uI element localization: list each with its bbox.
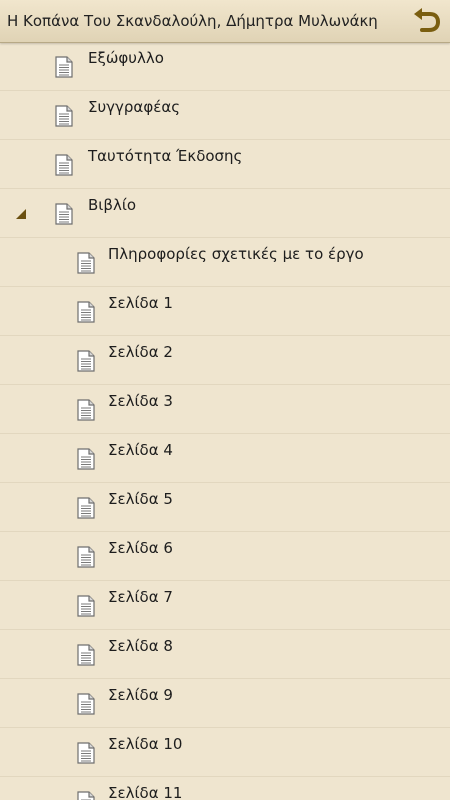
document-icon — [77, 595, 95, 617]
toc-item-label: Σελίδα 4 — [108, 441, 173, 459]
toc-item[interactable]: Σελίδα 7 — [0, 581, 450, 630]
toc-item[interactable]: Σελίδα 8 — [0, 630, 450, 679]
document-icon — [77, 693, 95, 715]
toc-item-label: Σελίδα 6 — [108, 539, 173, 557]
toc-item-label: Σελίδα 7 — [108, 588, 173, 606]
toc-item-label: Πληροφορίες σχετικές με το έργο — [108, 245, 364, 263]
document-icon — [55, 154, 73, 176]
toc-item-label: Σελίδα 2 — [108, 343, 173, 361]
toc-item[interactable]: Σελίδα 6 — [0, 532, 450, 581]
document-icon — [77, 791, 95, 800]
document-icon — [55, 203, 73, 225]
toc-item-label: Σελίδα 11 — [108, 784, 183, 800]
toc-item[interactable]: Εξώφυλλο — [0, 42, 450, 91]
toc-item[interactable]: Σελίδα 11 — [0, 777, 450, 800]
toc-item[interactable]: Συγγραφέας — [0, 91, 450, 140]
title-bar: Η Κοπάνα Του Σκανδαλούλη, Δήμητρα Μυλωνά… — [0, 0, 450, 43]
toc-item-label: Σελίδα 5 — [108, 490, 173, 508]
toc-item[interactable]: Ταυτότητα Έκδοσης — [0, 140, 450, 189]
toc-item-label: Σελίδα 1 — [108, 294, 173, 312]
toc-item[interactable]: Σελίδα 9 — [0, 679, 450, 728]
toc-item-label: Σελίδα 3 — [108, 392, 173, 410]
toc-screen: Η Κοπάνα Του Σκανδαλούλη, Δήμητρα Μυλωνά… — [0, 0, 450, 800]
table-of-contents: Εξώφυλλο Συγγραφέας Ταυτότητα Έκδοσης Βιβλί… — [0, 42, 450, 800]
expanded-triangle-icon[interactable] — [16, 209, 26, 219]
document-icon — [55, 105, 73, 127]
document-icon — [55, 56, 73, 78]
toc-item[interactable]: Σελίδα 10 — [0, 728, 450, 777]
document-icon — [77, 399, 95, 421]
document-icon — [77, 497, 95, 519]
toc-item[interactable]: Σελίδα 1 — [0, 287, 450, 336]
toc-item[interactable]: Πληροφορίες σχετικές με το έργο — [0, 238, 450, 287]
back-button[interactable] — [410, 6, 442, 36]
document-icon — [77, 546, 95, 568]
back-arrow-icon — [414, 8, 441, 32]
toc-item-label: Ταυτότητα Έκδοσης — [88, 147, 243, 165]
toc-item[interactable]: Σελίδα 5 — [0, 483, 450, 532]
toc-item-label: Βιβλίο — [88, 196, 137, 214]
toc-item-label: Σελίδα 10 — [108, 735, 183, 753]
toc-item-label: Εξώφυλλο — [88, 49, 164, 67]
toc-item[interactable]: Σελίδα 3 — [0, 385, 450, 434]
document-icon — [77, 252, 95, 274]
book-title: Η Κοπάνα Του Σκανδαλούλη, Δήμητρα Μυλωνά… — [7, 12, 378, 30]
document-icon — [77, 448, 95, 470]
document-icon — [77, 350, 95, 372]
toc-item-label: Συγγραφέας — [88, 98, 181, 116]
toc-item[interactable]: Σελίδα 4 — [0, 434, 450, 483]
toc-item[interactable]: Βιβλίο — [0, 189, 450, 238]
toc-item-label: Σελίδα 8 — [108, 637, 173, 655]
document-icon — [77, 644, 95, 666]
toc-item[interactable]: Σελίδα 2 — [0, 336, 450, 385]
document-icon — [77, 301, 95, 323]
toc-item-label: Σελίδα 9 — [108, 686, 173, 704]
document-icon — [77, 742, 95, 764]
